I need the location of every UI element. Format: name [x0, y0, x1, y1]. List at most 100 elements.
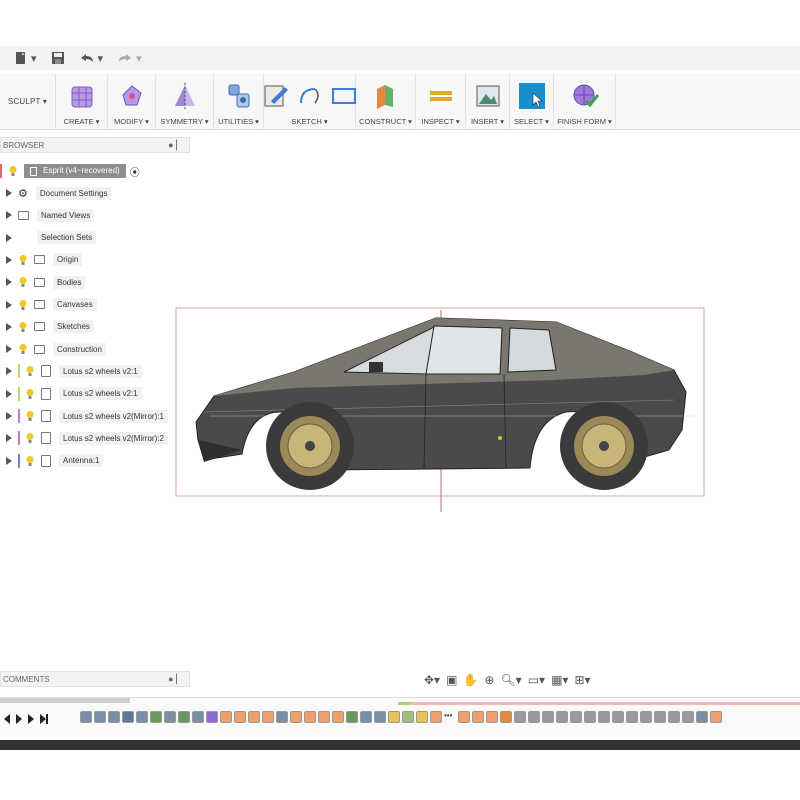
timeline-feature[interactable] — [542, 711, 554, 723]
browser-node[interactable]: Named Views — [0, 206, 95, 224]
browser-pin-icon[interactable]: ● ▏ — [168, 140, 183, 151]
timeline-feature[interactable] — [486, 711, 498, 723]
timeline-feature[interactable] — [136, 711, 148, 723]
grid-icon[interactable]: ▦▾ — [551, 673, 568, 687]
timeline-feature[interactable] — [304, 711, 316, 723]
timeline-feature[interactable] — [612, 711, 624, 723]
timeline-feature[interactable] — [220, 711, 232, 723]
timeline-feature[interactable] — [710, 711, 722, 723]
undo-button[interactable]: ▾ — [79, 52, 103, 65]
visibility-bulb-icon[interactable] — [25, 365, 35, 377]
symmetry-group[interactable]: SYMMETRY ▾ — [156, 74, 214, 129]
create-group[interactable]: CREATE ▾ — [56, 74, 108, 129]
visibility-bulb-icon[interactable] — [25, 388, 35, 400]
timeline-feature[interactable] — [108, 711, 120, 723]
expand-triangle-icon[interactable] — [6, 456, 12, 465]
select-group[interactable]: SELECT ▾ — [510, 74, 554, 129]
browser-root-node[interactable]: Esprit (v4~recovered) ⦿ — [0, 162, 140, 180]
visibility-bulb-icon[interactable] — [25, 432, 35, 444]
visibility-bulb-icon[interactable] — [18, 254, 28, 266]
expand-triangle-icon[interactable] — [6, 345, 12, 354]
timeline-group-marker[interactable]: ••• — [444, 711, 456, 723]
sketch-group[interactable]: SKETCH ▾ — [264, 74, 356, 129]
timeline-feature[interactable] — [150, 711, 162, 723]
timeline-feature[interactable] — [570, 711, 582, 723]
timeline-feature[interactable] — [514, 711, 526, 723]
expand-triangle-icon[interactable] — [6, 189, 12, 197]
timeline-feature[interactable] — [416, 711, 428, 723]
go-start-icon[interactable] — [4, 714, 10, 724]
browser-node[interactable]: Lotus s2 wheels v2(Mirror):2 — [0, 429, 168, 447]
timeline-feature[interactable] — [360, 711, 372, 723]
timeline-feature[interactable] — [430, 711, 442, 723]
timeline-feature[interactable] — [248, 711, 260, 723]
step-forward-icon[interactable] — [28, 714, 34, 724]
timeline-feature[interactable] — [234, 711, 246, 723]
timeline-feature[interactable] — [178, 711, 190, 723]
timeline-feature[interactable] — [402, 711, 414, 723]
timeline-feature[interactable] — [388, 711, 400, 723]
timeline-feature[interactable] — [696, 711, 708, 723]
expand-triangle-icon[interactable] — [6, 300, 12, 309]
expand-triangle-icon[interactable] — [6, 255, 12, 264]
timeline-feature[interactable] — [472, 711, 484, 723]
expand-triangle-icon[interactable] — [6, 389, 12, 398]
workspace-switcher[interactable]: SCULPT ▾ — [0, 74, 56, 129]
timeline-feature[interactable] — [192, 711, 204, 723]
insert-group[interactable]: INSERT ▾ — [466, 74, 510, 129]
browser-node[interactable]: Origin — [0, 251, 83, 269]
expand-triangle-icon[interactable] — [6, 211, 12, 220]
browser-panel-header[interactable]: BROWSER ● ▏ — [0, 137, 190, 153]
visibility-bulb-icon[interactable] — [18, 343, 28, 355]
timeline-scrollbar[interactable] — [0, 698, 130, 703]
timeline-feature[interactable] — [276, 711, 288, 723]
timeline-feature[interactable] — [80, 711, 92, 723]
redo-button[interactable]: ▾ — [117, 52, 142, 65]
zoom-fit-icon[interactable]: ⊕ — [484, 673, 494, 687]
timeline-feature[interactable] — [318, 711, 330, 723]
timeline-feature[interactable] — [528, 711, 540, 723]
timeline-feature[interactable] — [122, 711, 134, 723]
browser-node[interactable]: Construction — [0, 340, 106, 358]
timeline-feature[interactable] — [598, 711, 610, 723]
timeline-feature[interactable] — [500, 711, 512, 723]
visibility-bulb-icon[interactable] — [18, 276, 28, 288]
zoom-icon[interactable]: 🔍︎▾ — [500, 673, 521, 687]
go-end-icon[interactable] — [40, 714, 48, 724]
file-menu-button[interactable]: ▾ — [14, 51, 37, 65]
timeline-feature[interactable] — [332, 711, 344, 723]
expand-triangle-icon[interactable] — [6, 367, 12, 376]
browser-node[interactable]: Lotus s2 wheels v2:1 — [0, 385, 142, 403]
browser-node[interactable]: Selection Sets — [0, 229, 97, 247]
timeline-feature[interactable] — [374, 711, 386, 723]
browser-node[interactable]: Bodies — [0, 273, 86, 291]
browser-node[interactable]: Lotus s2 wheels v2:1 — [0, 362, 142, 380]
browser-node[interactable]: Antenna:1 — [0, 452, 104, 470]
comments-panel-header[interactable]: COMMENTS ● ▏ — [0, 671, 190, 687]
viewports-icon[interactable]: ⊞▾ — [574, 673, 590, 687]
browser-node[interactable]: Sketches — [0, 318, 94, 336]
visibility-bulb-icon[interactable] — [18, 321, 28, 333]
play-icon[interactable] — [16, 714, 22, 724]
orbit-icon[interactable]: ✥▾ — [424, 673, 440, 687]
timeline-feature[interactable] — [290, 711, 302, 723]
timeline-feature[interactable] — [346, 711, 358, 723]
car-model-view[interactable] — [174, 300, 714, 515]
viewport-canvas[interactable] — [174, 300, 714, 515]
browser-node[interactable]: Lotus s2 wheels v2(Mirror):1 — [0, 407, 168, 425]
timeline-feature[interactable] — [682, 711, 694, 723]
construct-group[interactable]: CONSTRUCT ▾ — [356, 74, 416, 129]
timeline-feature[interactable] — [206, 711, 218, 723]
timeline-feature[interactable] — [640, 711, 652, 723]
visibility-bulb-icon[interactable] — [8, 165, 18, 177]
display-settings-icon[interactable]: ▭▾ — [528, 673, 545, 687]
pan-icon[interactable]: ✋ — [463, 673, 478, 687]
browser-node[interactable]: Canvases — [0, 296, 97, 314]
finish-form-group[interactable]: FINISH FORM ▾ — [554, 74, 616, 129]
expand-triangle-icon[interactable] — [6, 233, 12, 242]
visibility-bulb-icon[interactable] — [18, 299, 28, 311]
look-at-icon[interactable]: ▣ — [446, 673, 457, 687]
activate-radio-icon[interactable]: ⦿ — [130, 164, 140, 179]
utilities-group[interactable]: UTILITIES ▾ — [214, 74, 264, 129]
expand-triangle-icon[interactable] — [6, 278, 12, 287]
